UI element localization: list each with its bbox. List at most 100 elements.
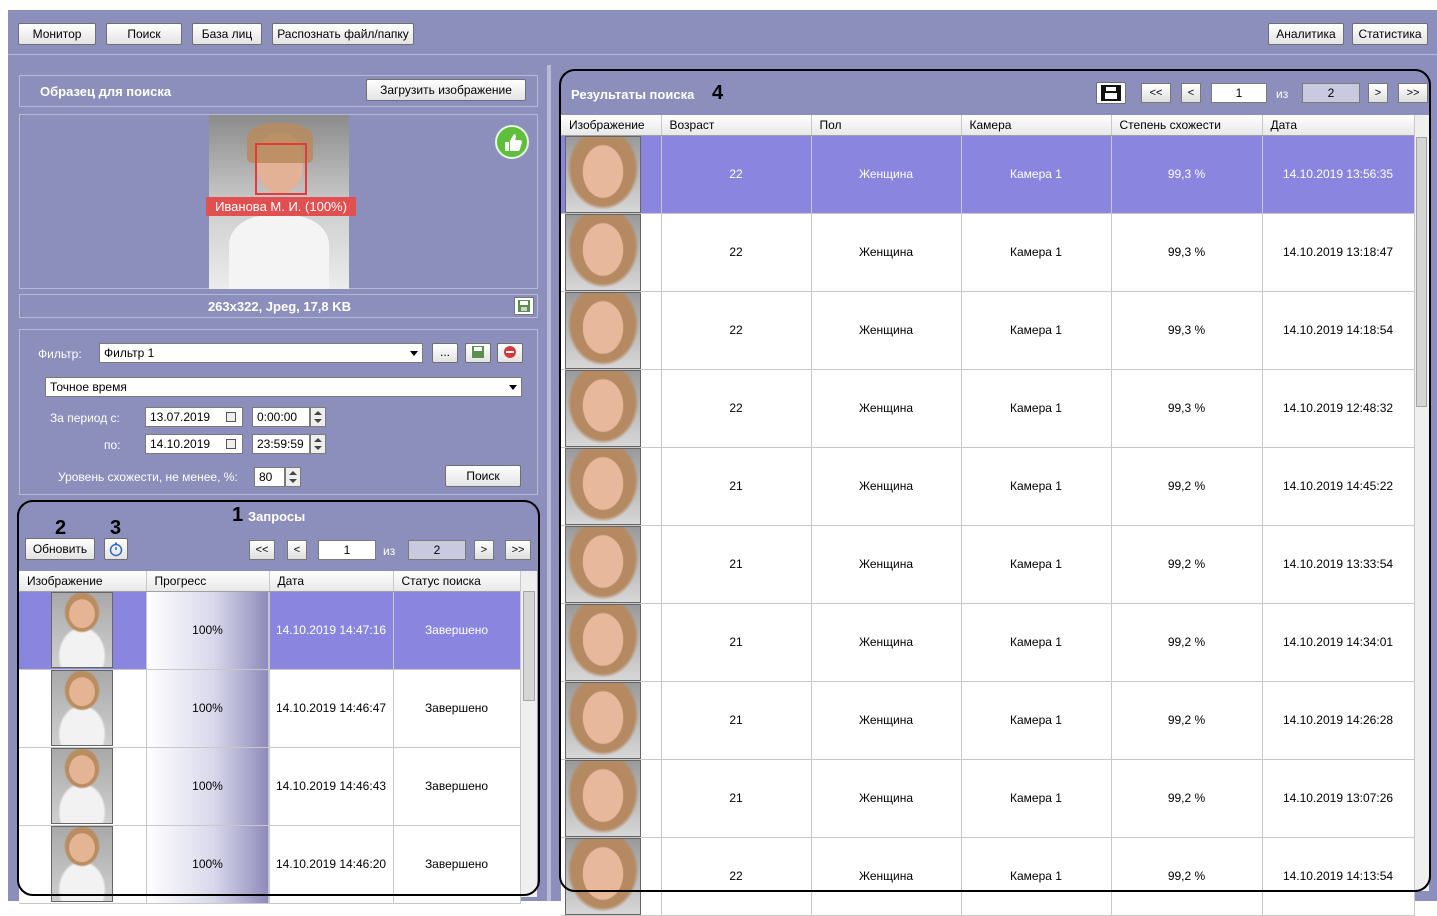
column-header[interactable]: Камера	[961, 115, 1112, 136]
request-status: Завершено	[393, 591, 521, 670]
search-tab-button[interactable]: Поиск	[106, 23, 182, 45]
result-gender: Женщина	[811, 291, 962, 370]
request-thumbnail	[51, 670, 114, 746]
requests-total-pages: 2	[408, 540, 466, 560]
similarity-spinner[interactable]	[285, 467, 301, 487]
result-row[interactable]: 21 Женщина Камера 1 99,2 % 14.10.2019 14:34:…	[561, 603, 1415, 682]
result-thumbnail	[565, 681, 641, 758]
column-header[interactable]: Прогресс	[146, 571, 270, 592]
statistics-button[interactable]: Статистика	[1352, 23, 1428, 45]
result-date: 14.10.2019 13:33:54	[1262, 525, 1415, 604]
result-gender: Женщина	[811, 135, 962, 214]
column-header[interactable]: Степень схожести	[1111, 115, 1263, 136]
callout-number-3: 3	[110, 517, 122, 539]
result-row[interactable]: 22 Женщина Камера 1 99,2 % 14.10.2019 14:13:…	[561, 837, 1415, 916]
callout-number-2: 2	[55, 517, 67, 539]
filter-save-button[interactable]	[465, 343, 491, 363]
result-gender: Женщина	[811, 681, 962, 760]
face-db-button[interactable]: База лиц	[192, 23, 262, 45]
column-header[interactable]: Пол	[811, 115, 962, 136]
requests-table: Изображение Прогресс Дата Статус поиска …	[19, 571, 521, 904]
filter-more-button[interactable]: ...	[432, 343, 458, 363]
result-age: 21	[661, 525, 812, 604]
requests-scrollbar[interactable]	[520, 571, 537, 897]
to-time-spinner[interactable]	[310, 434, 326, 454]
requests-page-input[interactable]: 1	[318, 540, 376, 560]
result-age: 22	[661, 837, 812, 916]
results-last-page[interactable]: >>	[1398, 83, 1428, 103]
result-similarity: 99,2 %	[1111, 681, 1263, 760]
result-row[interactable]: 21 Женщина Камера 1 99,2 % 14.10.2019 13:07:…	[561, 759, 1415, 838]
result-row[interactable]: 22 Женщина Камера 1 99,3 % 14.10.2019 13:18:…	[561, 213, 1415, 292]
result-gender: Женщина	[811, 759, 962, 838]
column-header[interactable]: Изображение	[19, 571, 147, 592]
column-header[interactable]: Изображение	[561, 115, 662, 136]
result-thumbnail-cell	[561, 525, 662, 604]
result-row[interactable]: 22 Женщина Камера 1 99,3 % 14.10.2019 12:48:…	[561, 369, 1415, 448]
filter-select[interactable]: Фильтр 1	[99, 343, 423, 363]
request-row[interactable]: 100% 14.10.2019 14:46:43 Завершено	[19, 747, 521, 826]
from-date-field[interactable]: 13.07.2019	[145, 407, 243, 427]
result-date: 14.10.2019 12:48:32	[1262, 369, 1415, 448]
result-row[interactable]: 21 Женщина Камера 1 99,2 % 14.10.2019 14:26:…	[561, 681, 1415, 760]
filter-select-value: Фильтр 1	[104, 346, 155, 360]
results-title: Результаты поиска	[571, 87, 695, 102]
monitor-button[interactable]: Монитор	[18, 23, 96, 45]
request-thumbnail	[51, 592, 114, 668]
result-camera: Камера 1	[961, 525, 1112, 604]
image-info: 263x322, Jpeg, 17,8 KB	[207, 299, 352, 314]
search-button[interactable]: Поиск	[445, 465, 521, 487]
similarity-field[interactable]: 80	[254, 467, 285, 487]
result-row[interactable]: 22 Женщина Камера 1 99,3 % 14.10.2019 13:56:…	[561, 135, 1415, 214]
column-header[interactable]: Статус поиска	[393, 571, 521, 592]
stopwatch-icon	[109, 542, 123, 557]
to-date-field[interactable]: 14.10.2019	[145, 434, 243, 454]
timer-button[interactable]	[104, 538, 128, 560]
results-page-input[interactable]: 1	[1211, 83, 1267, 103]
result-row[interactable]: 21 Женщина Камера 1 99,2 % 14.10.2019 13:33:…	[561, 525, 1415, 604]
request-thumbnail-cell	[19, 747, 147, 826]
result-row[interactable]: 22 Женщина Камера 1 99,3 % 14.10.2019 14:18:…	[561, 291, 1415, 370]
requests-header-row: Изображение Прогресс Дата Статус поиска	[19, 571, 521, 592]
column-header[interactable]: Дата	[269, 571, 394, 592]
remove-icon	[504, 346, 516, 358]
recognize-file-button[interactable]: Распознать файл/папку	[272, 23, 414, 45]
to-time-field[interactable]: 23:59:59	[252, 434, 310, 454]
period-from-label: За период с:	[50, 411, 120, 425]
time-mode-select[interactable]: Точное время	[45, 377, 522, 397]
requests-next-page[interactable]: >	[474, 540, 494, 560]
request-row[interactable]: 100% 14.10.2019 14:47:16 Завершено	[19, 591, 521, 670]
requests-prev-page[interactable]: <	[287, 540, 307, 560]
requests-last-page[interactable]: >>	[505, 540, 531, 560]
request-progress: 100%	[146, 591, 270, 670]
result-row[interactable]: 21 Женщина Камера 1 99,2 % 14.10.2019 14:45:…	[561, 447, 1415, 526]
results-next-page[interactable]: >	[1368, 83, 1388, 103]
scrollbar-thumb[interactable]	[523, 591, 535, 701]
save-icon	[472, 346, 484, 358]
refresh-button[interactable]: Обновить	[25, 538, 95, 560]
scrollbar-thumb[interactable]	[1416, 137, 1427, 407]
request-row[interactable]: 100% 14.10.2019 14:46:47 Завершено	[19, 669, 521, 748]
to-time-value: 23:59:59	[257, 437, 304, 451]
results-scrollbar[interactable]	[1414, 115, 1429, 891]
column-header[interactable]: Возраст	[661, 115, 812, 136]
filter-delete-button[interactable]	[497, 343, 523, 363]
from-time-field[interactable]: 0:00:00	[252, 407, 310, 427]
results-first-page[interactable]: <<	[1141, 83, 1171, 103]
panel-splitter[interactable]	[547, 65, 551, 901]
upload-image-button[interactable]: Загрузить изображение	[366, 79, 526, 101]
result-thumbnail	[565, 759, 641, 836]
similarity-value: 80	[259, 470, 273, 484]
column-header[interactable]: Дата	[1262, 115, 1415, 136]
requests-title: Запросы	[248, 509, 306, 524]
from-time-value: 0:00:00	[257, 410, 298, 424]
result-similarity: 99,3 %	[1111, 135, 1263, 214]
results-prev-page[interactable]: <	[1181, 83, 1201, 103]
print-button[interactable]	[1096, 82, 1126, 104]
from-time-spinner[interactable]	[310, 407, 326, 427]
result-camera: Камера 1	[961, 447, 1112, 526]
analytics-button[interactable]: Аналитика	[1268, 23, 1344, 45]
save-image-icon[interactable]	[514, 297, 534, 315]
request-row[interactable]: 100% 14.10.2019 14:46:20 Завершено	[19, 825, 521, 904]
requests-first-page[interactable]: <<	[249, 540, 275, 560]
